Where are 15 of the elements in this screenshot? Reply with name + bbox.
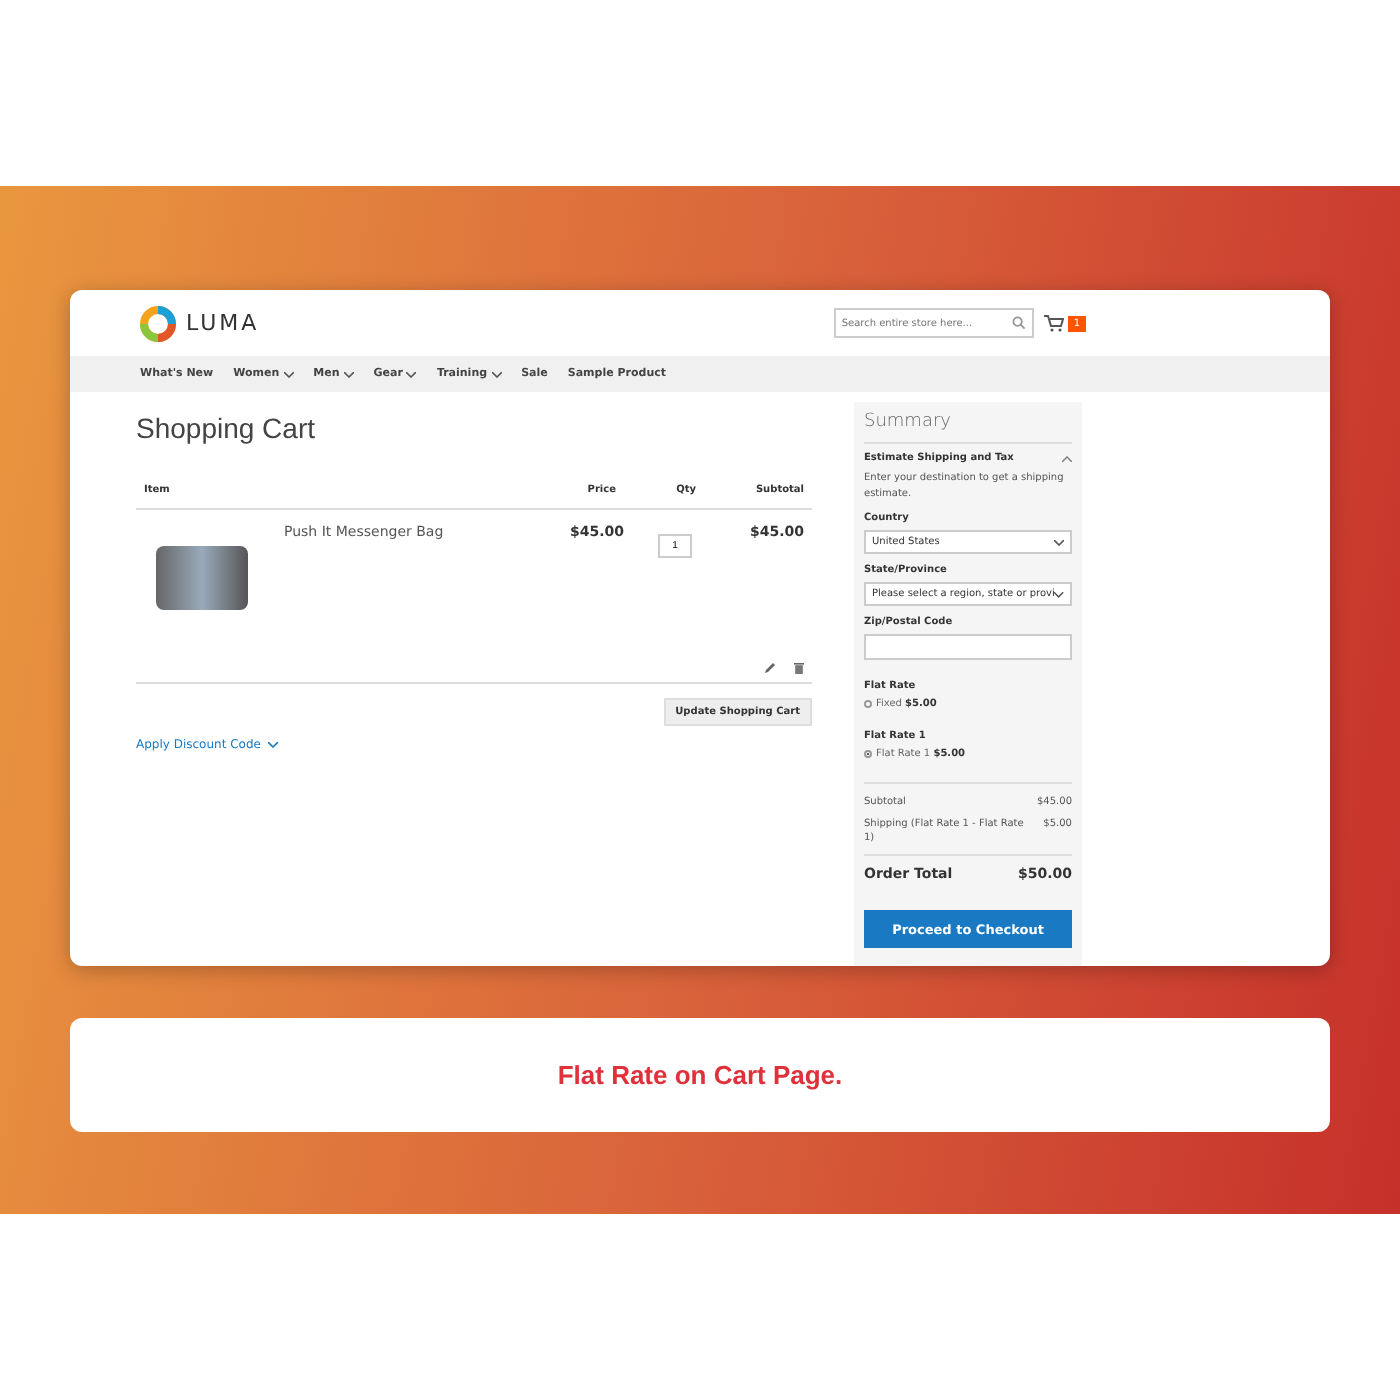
caret-icon: [1062, 455, 1072, 461]
logo-icon: [140, 305, 176, 341]
logo-text[interactable]: LUMA: [186, 310, 260, 336]
pencil-icon[interactable]: [764, 662, 776, 674]
summary-title: Summary: [864, 408, 1072, 444]
cart-icon[interactable]: [1043, 314, 1064, 332]
caption-text: Flat Rate on Cart Page.: [557, 1060, 843, 1090]
photo-placeholder: [156, 546, 248, 610]
page-title: Shopping Cart: [136, 412, 318, 444]
search-icon: [1011, 316, 1026, 330]
caret-icon: [1054, 591, 1064, 597]
trash-icon[interactable]: [794, 662, 804, 674]
caret-icon: [268, 742, 279, 748]
text-field[interactable]: [864, 634, 1072, 660]
caret-icon: [1054, 539, 1064, 545]
